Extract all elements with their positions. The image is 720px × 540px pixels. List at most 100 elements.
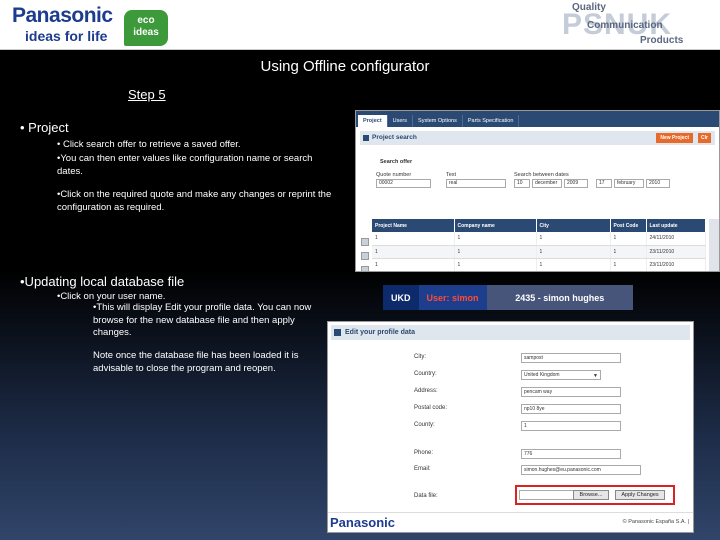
date-to-year[interactable]: 2010 (646, 179, 670, 188)
table-row[interactable]: 1 1 1 1 24/11/2010 (372, 232, 706, 246)
panel-bullet-icon (363, 135, 369, 141)
data-file-label: Data file: (414, 493, 438, 499)
footer-panasonic-logo: Panasonic (330, 515, 396, 530)
eco-ideas-logo: eco ideas (124, 10, 168, 46)
row-select-icon[interactable] (361, 238, 369, 246)
postal-code-input[interactable]: np10 8ye (521, 404, 621, 414)
table-row[interactable]: 1 1 1 1 23/11/2010 (372, 245, 706, 259)
account-name: 2435 - simon hughes (486, 285, 633, 310)
update-bullet-2: •This will display Edit your profile dat… (93, 302, 312, 338)
edit-profile-title: Edit your profile data (345, 329, 416, 336)
eco-word: eco (137, 15, 155, 26)
table-cell: 24/11/2010 (646, 232, 706, 246)
row-select-icon[interactable] (361, 252, 369, 260)
address-input[interactable]: pencam way (521, 387, 621, 397)
clear-button[interactable]: Clr (698, 133, 711, 143)
edit-profile-header: Edit your profile data (331, 325, 690, 340)
date-from-year[interactable]: 2009 (564, 179, 588, 188)
slide-subtitle: Step 5 (128, 87, 166, 102)
quote-number-label: Quote number (376, 172, 412, 178)
quote-number-input[interactable]: 00002 (376, 179, 431, 188)
table-cell: 1 (372, 245, 455, 259)
country-select[interactable]: United Kingdom ▼ (521, 370, 601, 380)
panel-bullet-icon (334, 329, 341, 336)
user-name-link[interactable]: User: simon (418, 285, 487, 310)
row-select-icon[interactable] (361, 266, 369, 271)
column-project-name[interactable]: Project Name (372, 219, 455, 232)
table-cell: 1 (454, 258, 537, 271)
table-cell: 1 (610, 245, 647, 259)
email-input[interactable]: simon.hughes@eu.panasonic.com (521, 465, 641, 475)
text-input[interactable]: real (446, 179, 506, 188)
column-last-update[interactable]: Last update (646, 219, 706, 232)
tab-bar: Project Users System Options Parts Speci… (356, 111, 719, 127)
table-cell: 1 (610, 232, 647, 246)
panasonic-logo: Panasonic (12, 4, 113, 27)
psnuk-logo: PSNUK Quality Communication Products (562, 2, 684, 48)
date-to-day[interactable]: 17 (596, 179, 612, 188)
email-label: Email: (414, 466, 431, 472)
table-cell: 1 (454, 245, 537, 259)
apply-changes-button[interactable]: Apply Changes (615, 490, 665, 500)
text-label: Text (446, 172, 457, 178)
postal-code-label: Postal code: (414, 405, 448, 411)
county-label: County: (414, 422, 435, 428)
project-search-header: Project search New Project Clr (360, 131, 715, 145)
column-city[interactable]: City (536, 219, 611, 232)
ideas-word: ideas (133, 27, 159, 38)
search-offer-label: Search offer (380, 159, 413, 165)
tab-system-options[interactable]: System Options (413, 115, 463, 127)
edit-profile-screenshot: Edit your profile data City: sampost Cou… (327, 321, 694, 533)
update-note: Note once the database file has been loa… (93, 350, 299, 374)
project-bullet-3: •Click on the required quote and make an… (57, 189, 332, 213)
project-search-screenshot: Project Users System Options Parts Speci… (355, 110, 720, 272)
psnuk-quality: Quality (572, 2, 606, 13)
table-cell: 1 (454, 232, 537, 246)
table-row[interactable]: 1 1 1 1 23/11/2010 (372, 258, 706, 271)
psnuk-products: Products (640, 35, 684, 46)
user-label: User: (426, 292, 450, 303)
table-cell: 1 (372, 258, 455, 271)
chevron-down-icon: ▼ (593, 373, 598, 379)
search-dates-label: Search between dates (514, 172, 569, 178)
table-cell: 23/11/2010 (646, 245, 706, 259)
user-name: simon (452, 292, 479, 303)
tab-users[interactable]: Users (388, 115, 414, 127)
user-bar: UKD User: simon 2435 - simon hughes (383, 285, 633, 310)
city-input[interactable]: sampost (521, 353, 621, 363)
county-input[interactable]: 1 (521, 421, 621, 431)
date-from-day[interactable]: 10 (514, 179, 530, 188)
table-cell: 1 (536, 258, 611, 271)
country-label: Country: (414, 371, 437, 377)
city-label: City: (414, 354, 426, 360)
table-cell: 1 (536, 232, 611, 246)
date-to-month[interactable]: february (614, 179, 644, 188)
header-banner: Panasonic ideas for life eco ideas PSNUK… (0, 0, 720, 50)
project-results-table: Project Name Company name City Post Code… (372, 219, 706, 271)
new-project-button[interactable]: New Project (656, 133, 693, 143)
column-post-code[interactable]: Post Code (610, 219, 647, 232)
phone-input[interactable]: 776 (521, 449, 621, 459)
data-file-input[interactable] (519, 490, 579, 500)
tagline: ideas for life (25, 28, 108, 44)
phone-label: Phone: (414, 450, 434, 456)
table-cell: 23/11/2010 (646, 258, 706, 271)
tab-project[interactable]: Project (358, 115, 388, 127)
project-bullet-1: • Click search offer to retrieve a saved… (57, 139, 241, 150)
country-value: United Kingdom (524, 372, 560, 378)
date-from-month[interactable]: december (532, 179, 562, 188)
table-cell: 1 (372, 232, 455, 246)
psnuk-communication: Communication (587, 20, 663, 31)
slide-title: Using Offline configurator (260, 58, 430, 75)
column-company-name[interactable]: Company name (454, 219, 537, 232)
copyright-text: © Panasonic España S.A. | (622, 519, 689, 525)
address-label: Address: (414, 388, 438, 394)
project-heading: • Project (20, 120, 69, 135)
table-scrollbar[interactable] (709, 219, 719, 271)
site-code: UKD (383, 285, 419, 310)
profile-footer: Panasonic © Panasonic España S.A. | (328, 512, 693, 532)
browse-button[interactable]: Browse... (573, 490, 609, 500)
project-search-title: Project search (372, 134, 417, 141)
table-cell: 1 (536, 245, 611, 259)
tab-parts-specification[interactable]: Parts Specification (463, 115, 520, 127)
